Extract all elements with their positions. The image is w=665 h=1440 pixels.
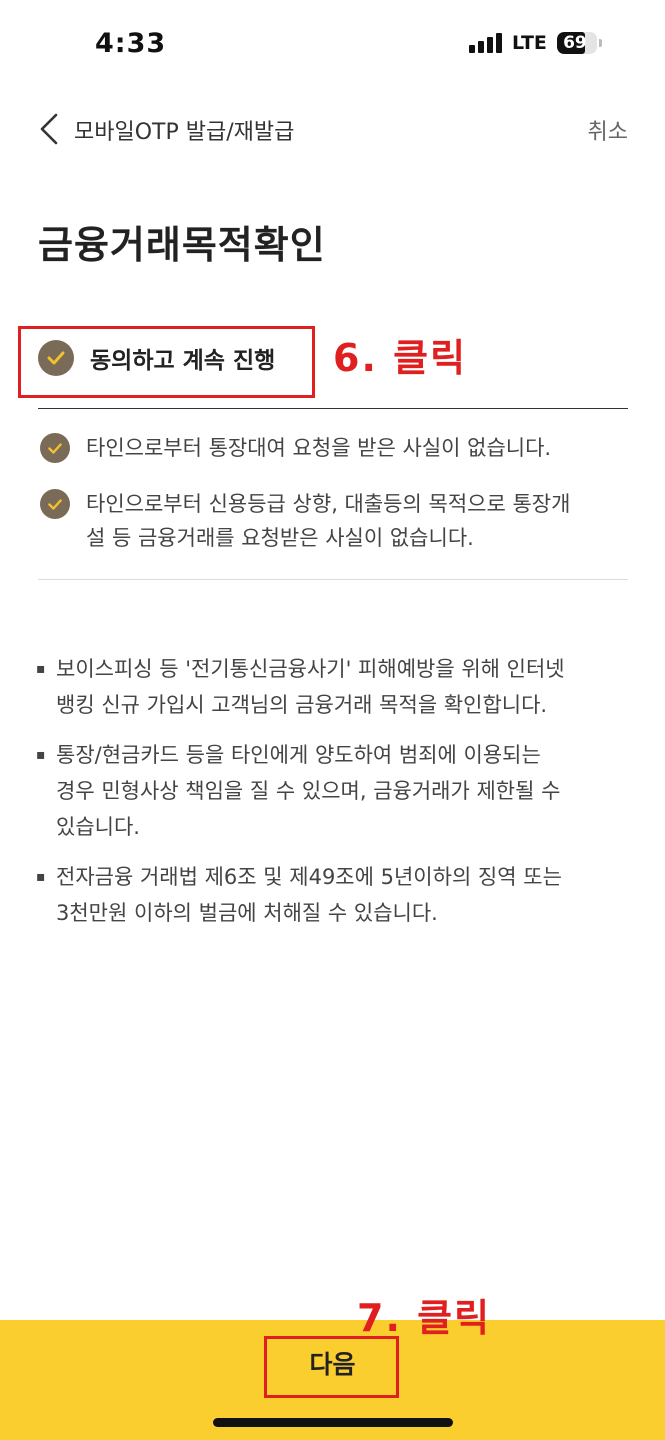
notice-line: 보이스피싱 등 '전기통신금융사기' 피해예방을 위해 인터넷 [56,657,565,681]
annotation-box-step7 [264,1336,399,1398]
agree-item-line: 설 등 금융거래를 요청받은 사실이 없습니다. [86,526,474,550]
signal-icon [469,33,502,53]
agree-item-line: 타인으로부터 통장대여 요청을 받은 사실이 없습니다. [86,436,552,460]
notice-item: ▪ 보이스피싱 등 '전기통신금융사기' 피해예방을 위해 인터넷 뱅킹 신규 … [36,651,626,723]
cancel-button[interactable]: 취소 [588,114,628,146]
home-indicator[interactable] [213,1418,453,1427]
header-title: 모바일OTP 발급/재발급 [74,120,295,145]
agree-item-text: 타인으로부터 통장대여 요청을 받은 사실이 없습니다. [86,431,551,465]
bullet-icon: ▪ [36,869,46,885]
notice-line: 있습니다. [56,815,140,839]
notice-text: 전자금융 거래법 제6조 및 제49조에 5년이하의 징역 또는 3천만원 이하… [56,859,562,931]
agree-item-text: 타인으로부터 신용등급 상향, 대출등의 목적으로 통장개 설 등 금융거래를 … [86,487,570,555]
check-circle-icon [40,433,70,463]
notice-text: 보이스피싱 등 '전기통신금융사기' 피해예방을 위해 인터넷 뱅킹 신규 가입… [56,651,565,723]
divider [38,579,628,580]
notice-line: 뱅킹 신규 가입시 고객님의 금융거래 목적을 확인합니다. [56,693,548,717]
agree-item-1[interactable]: 타인으로부터 통장대여 요청을 받은 사실이 없습니다. [40,431,630,465]
notice-line: 전자금융 거래법 제6조 및 제49조에 5년이하의 징역 또는 [56,865,562,889]
battery-icon: 69 [556,32,597,54]
checkmark-icon [48,442,62,454]
status-time: 4:33 [95,28,167,59]
battery-nub [598,39,602,47]
bullet-icon: ▪ [36,661,46,677]
battery-level: 69 [563,33,587,53]
annotation-step6: 6. 클릭 [333,336,468,380]
notice-line: 경우 민형사상 책임을 질 수 있으며, 금융거래가 제한될 수 [56,779,561,803]
status-indicators: LTE 69 [469,32,602,54]
bullet-icon: ▪ [36,747,46,763]
page-title: 금융거래목적확인 [38,223,326,267]
notice-item: ▪ 전자금융 거래법 제6조 및 제49조에 5년이하의 징역 또는 3천만원 … [36,859,626,931]
back-button[interactable] [36,112,66,146]
agree-item-line: 타인으로부터 신용등급 상향, 대출등의 목적으로 통장개 [86,492,571,516]
check-circle-icon [40,489,70,519]
notice-line: 3천만원 이하의 벌금에 처해질 수 있습니다. [56,901,438,925]
notice-line: 통장/현금카드 등을 타인에게 양도하여 범죄에 이용되는 [56,743,541,767]
network-type: LTE [512,32,547,54]
screen: 4:33 LTE 69 모바일OTP 발급/재발급 취소 금융거래목적확인 동의… [0,0,665,1440]
annotation-step7: 7. 클릭 [357,1296,492,1340]
chevron-left-icon [40,113,58,145]
annotation-box-step6 [18,326,315,398]
notice-text: 통장/현금카드 등을 타인에게 양도하여 범죄에 이용되는 경우 민형사상 책임… [56,737,560,845]
notice-item: ▪ 통장/현금카드 등을 타인에게 양도하여 범죄에 이용되는 경우 민형사상 … [36,737,626,845]
checkmark-icon [48,498,62,510]
divider [38,408,628,409]
agree-item-2[interactable]: 타인으로부터 신용등급 상향, 대출등의 목적으로 통장개 설 등 금융거래를 … [40,487,630,555]
